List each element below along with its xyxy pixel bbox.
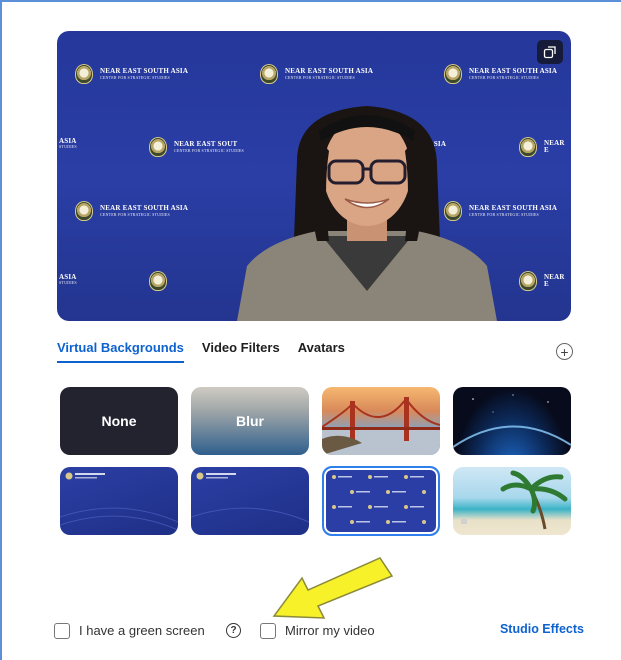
background-golden-gate-bridge[interactable] [322, 387, 440, 455]
nesa-pattern-image [332, 475, 426, 524]
beach-image [461, 470, 568, 530]
person-video-feed [237, 106, 497, 321]
backdrop-logo: NEAR E [519, 271, 571, 291]
background-tabs: Virtual Backgrounds Video Filters Avatar… [57, 340, 345, 363]
background-earth-from-space[interactable] [453, 387, 571, 455]
bridge-image [322, 397, 440, 455]
backdrop-logo: NEAR EAST SOUTH ASIACENTER FOR STRATEGIC… [75, 201, 188, 221]
seal-icon [149, 271, 167, 291]
background-nesa-pattern-selected[interactable] [322, 466, 440, 536]
seal-icon [260, 64, 278, 84]
backdrop-logo [149, 271, 167, 291]
footer-options: I have a green screen ? Mirror my video … [54, 620, 594, 642]
tab-video-filters[interactable]: Video Filters [202, 340, 280, 363]
seal-icon [75, 201, 93, 221]
background-nesa-slide-2[interactable] [191, 467, 309, 535]
backdrop-subtext: CENTER FOR STRATEGIC STUDIES [469, 74, 539, 80]
green-screen-checkbox[interactable] [54, 623, 70, 639]
background-nesa-slide-1[interactable] [60, 467, 178, 535]
green-screen-label: I have a green screen [79, 623, 205, 638]
backdrop-logo: NEAR EAST SOUT CENTER FOR STRATEGIC STUDI… [149, 137, 244, 157]
seal-icon [75, 64, 93, 84]
backdrop-subtext: CENTER FOR STRATEGIC STUDIES [285, 74, 355, 80]
backdrop-logo: ASIA STUDIES [59, 273, 77, 286]
tab-virtual-backgrounds[interactable]: Virtual Backgrounds [57, 340, 184, 363]
mirror-video-checkbox[interactable] [260, 623, 276, 639]
background-beach-palm[interactable] [453, 467, 571, 535]
seal-icon [149, 137, 167, 157]
backdrop-logo: ASIA STUDIES [59, 137, 77, 150]
mirror-video-label: Mirror my video [285, 623, 375, 638]
popout-icon [543, 46, 556, 59]
background-none[interactable]: None [60, 387, 178, 455]
background-blur[interactable]: Blur [191, 387, 309, 455]
backdrop-logo: NEAR EAST SOUTH ASIACENTER FOR STRATEGIC… [260, 64, 373, 84]
backdrop-subtext: CENTER FOR STRATEGIC STUDIES [100, 74, 170, 80]
help-icon[interactable]: ? [226, 623, 241, 638]
backdrop-logo: NEAR EAST SOUTH ASIACENTER FOR STRATEGIC… [75, 64, 188, 84]
tab-avatars[interactable]: Avatars [298, 340, 345, 363]
nesa-slide-image [60, 472, 178, 531]
earth-image [453, 394, 571, 448]
backdrop-text: NEAR E [544, 138, 565, 154]
backdrop-subtext: STUDIES [59, 144, 77, 150]
thumb-label: None [101, 413, 137, 429]
backdrop-subtext: CENTER FOR STRATEGIC STUDIES [174, 147, 244, 153]
seal-icon [444, 64, 462, 84]
backdrop-subtext: CENTER FOR STRATEGIC STUDIES [100, 211, 170, 217]
add-background-button[interactable]: + [556, 343, 573, 360]
seal-icon [519, 137, 537, 157]
backdrop-logo: NEAR E [519, 137, 571, 157]
popout-button[interactable] [537, 40, 563, 64]
seal-icon [519, 271, 537, 291]
video-preview: NEAR EAST SOUTH ASIA CENTER FOR STRATEGIC… [57, 31, 571, 321]
nesa-slide-image [191, 472, 309, 523]
backdrop-logo: NEAR EAST SOUTH ASIACENTER FOR STRATEGIC… [444, 64, 557, 84]
backdrop-text: NEAR E [544, 272, 565, 288]
annotation-arrow [272, 557, 394, 619]
plus-icon: + [560, 343, 569, 360]
studio-effects-link[interactable]: Studio Effects [500, 622, 584, 636]
backdrop-subtext: STUDIES [59, 280, 77, 286]
thumb-label: Blur [236, 413, 264, 429]
